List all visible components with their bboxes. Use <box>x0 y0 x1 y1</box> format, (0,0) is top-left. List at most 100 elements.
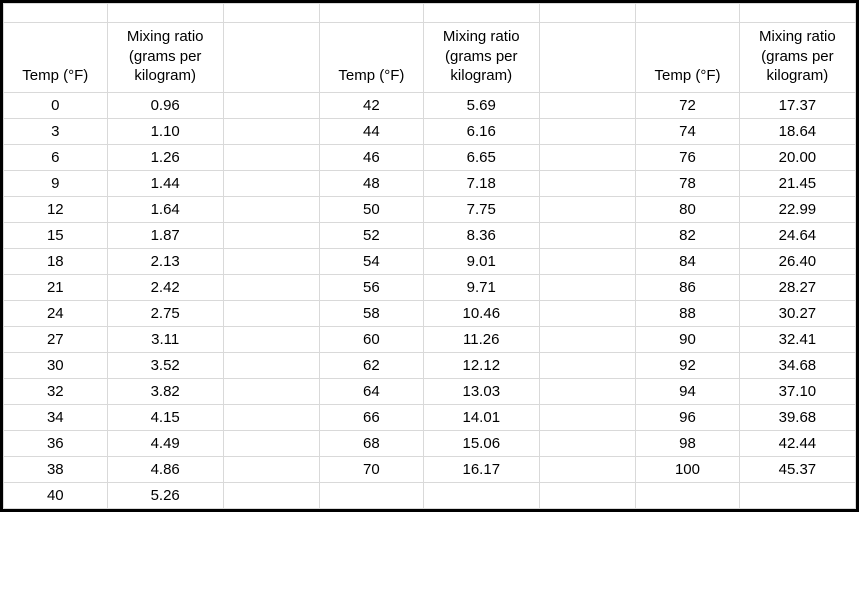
table-row: 273.116011.269032.41 <box>4 326 856 352</box>
spacer-cell <box>223 300 319 326</box>
ratio-cell: 2.13 <box>107 248 223 274</box>
spacer-cell <box>223 482 319 508</box>
temp-cell: 82 <box>636 222 740 248</box>
table-row: 31.10446.167418.64 <box>4 118 856 144</box>
ratio-cell: 7.18 <box>423 170 539 196</box>
temp-cell: 54 <box>320 248 424 274</box>
ratio-cell: 3.11 <box>107 326 223 352</box>
ratio-cell: 7.75 <box>423 196 539 222</box>
empty-header-row <box>4 4 856 23</box>
temp-cell: 78 <box>636 170 740 196</box>
temp-cell: 66 <box>320 404 424 430</box>
table-row: 151.87528.368224.64 <box>4 222 856 248</box>
temp-cell: 80 <box>636 196 740 222</box>
ratio-cell: 4.86 <box>107 456 223 482</box>
temp-cell: 60 <box>320 326 424 352</box>
spacer-cell <box>539 482 635 508</box>
spacer-cell <box>539 404 635 430</box>
table-row: 182.13549.018426.40 <box>4 248 856 274</box>
temp-cell: 58 <box>320 300 424 326</box>
temp-cell: 68 <box>320 430 424 456</box>
spacer-cell <box>223 248 319 274</box>
ratio-cell: 2.42 <box>107 274 223 300</box>
table-row: 384.867016.1710045.37 <box>4 456 856 482</box>
ratio-cell: 16.17 <box>423 456 539 482</box>
temp-cell: 64 <box>320 378 424 404</box>
ratio-cell: 3.82 <box>107 378 223 404</box>
table-row: 00.96425.697217.37 <box>4 92 856 118</box>
temp-cell: 44 <box>320 118 424 144</box>
ratio-cell: 10.46 <box>423 300 539 326</box>
spacer-cell <box>223 222 319 248</box>
temp-cell <box>320 482 424 508</box>
temp-cell: 38 <box>4 456 108 482</box>
temp-cell <box>636 482 740 508</box>
ratio-cell: 8.36 <box>423 222 539 248</box>
header-spacer-1 <box>223 23 319 93</box>
ratio-cell: 26.40 <box>739 248 855 274</box>
temp-cell: 90 <box>636 326 740 352</box>
header-ratio-1: Mixing ratio (grams per kilogram) <box>107 23 223 93</box>
ratio-cell: 34.68 <box>739 352 855 378</box>
ratio-cell <box>423 482 539 508</box>
spacer-cell <box>539 326 635 352</box>
temp-cell: 48 <box>320 170 424 196</box>
spacer-cell <box>223 274 319 300</box>
table-row: 344.156614.019639.68 <box>4 404 856 430</box>
ratio-cell: 24.64 <box>739 222 855 248</box>
temp-cell: 27 <box>4 326 108 352</box>
temp-cell: 70 <box>320 456 424 482</box>
spacer-cell <box>539 352 635 378</box>
ratio-cell: 18.64 <box>739 118 855 144</box>
spacer-cell <box>223 170 319 196</box>
ratio-cell: 1.10 <box>107 118 223 144</box>
ratio-cell: 22.99 <box>739 196 855 222</box>
temp-cell: 24 <box>4 300 108 326</box>
temp-cell: 98 <box>636 430 740 456</box>
ratio-cell: 1.26 <box>107 144 223 170</box>
ratio-cell: 17.37 <box>739 92 855 118</box>
ratio-cell: 5.26 <box>107 482 223 508</box>
table-row: 212.42569.718628.27 <box>4 274 856 300</box>
temp-cell: 12 <box>4 196 108 222</box>
temp-cell: 84 <box>636 248 740 274</box>
spacer-cell <box>539 248 635 274</box>
table-row: 61.26466.657620.00 <box>4 144 856 170</box>
temp-cell: 62 <box>320 352 424 378</box>
mixing-ratio-table-container: Temp (°F) Mixing ratio (grams per kilogr… <box>0 0 859 512</box>
spacer-cell <box>223 196 319 222</box>
temp-cell: 9 <box>4 170 108 196</box>
header-temp-2: Temp (°F) <box>320 23 424 93</box>
spacer-cell <box>539 274 635 300</box>
temp-cell: 15 <box>4 222 108 248</box>
temp-cell: 86 <box>636 274 740 300</box>
spacer-cell <box>223 92 319 118</box>
ratio-cell: 13.03 <box>423 378 539 404</box>
header-temp-1: Temp (°F) <box>4 23 108 93</box>
ratio-cell: 37.10 <box>739 378 855 404</box>
ratio-cell: 14.01 <box>423 404 539 430</box>
ratio-cell <box>739 482 855 508</box>
temp-cell: 6 <box>4 144 108 170</box>
ratio-cell: 39.68 <box>739 404 855 430</box>
spacer-cell <box>223 378 319 404</box>
temp-cell: 34 <box>4 404 108 430</box>
spacer-cell <box>223 352 319 378</box>
ratio-cell: 11.26 <box>423 326 539 352</box>
spacer-cell <box>539 170 635 196</box>
spacer-cell <box>539 430 635 456</box>
temp-cell: 42 <box>320 92 424 118</box>
temp-cell: 92 <box>636 352 740 378</box>
ratio-cell: 4.49 <box>107 430 223 456</box>
ratio-cell: 30.27 <box>739 300 855 326</box>
table-row: 405.26 <box>4 482 856 508</box>
temp-cell: 32 <box>4 378 108 404</box>
ratio-cell: 12.12 <box>423 352 539 378</box>
spacer-cell <box>539 456 635 482</box>
ratio-cell: 45.37 <box>739 456 855 482</box>
table-row: 323.82 6413.03 9437.10 <box>4 378 856 404</box>
temp-cell: 21 <box>4 274 108 300</box>
temp-cell: 56 <box>320 274 424 300</box>
temp-cell: 94 <box>636 378 740 404</box>
spacer-cell <box>539 300 635 326</box>
